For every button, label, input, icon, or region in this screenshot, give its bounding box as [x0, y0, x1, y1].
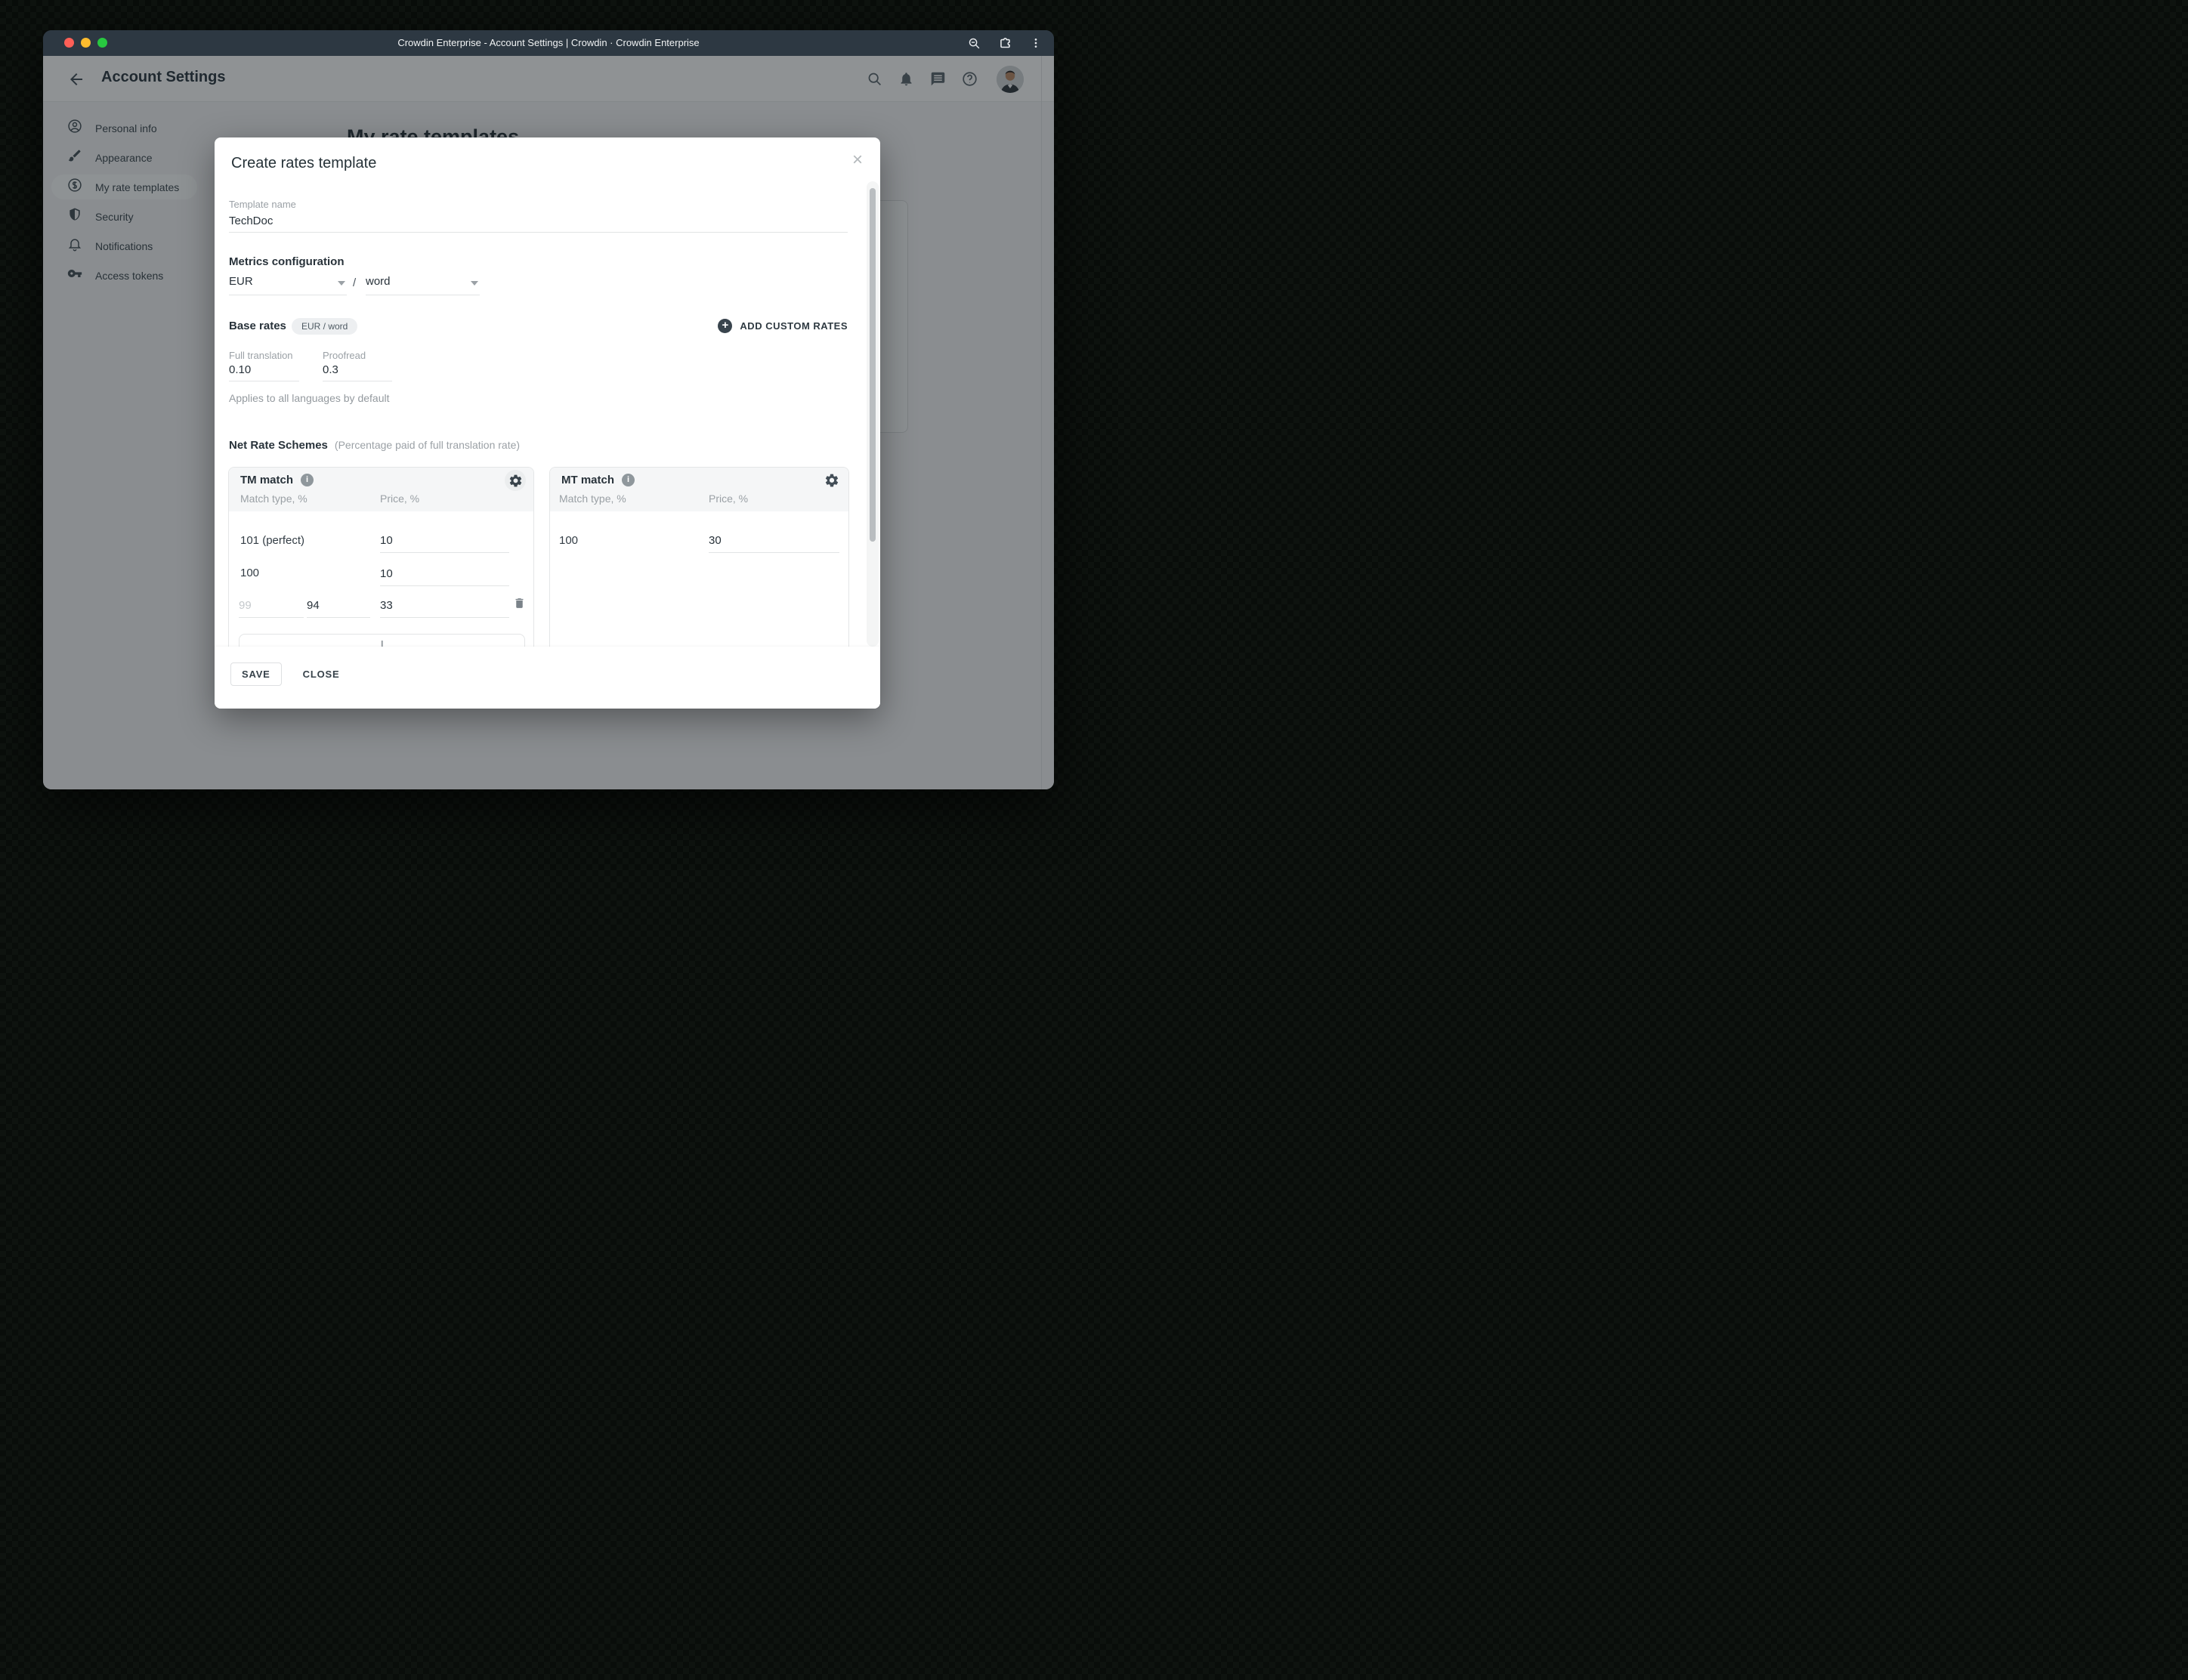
mt-card-header: MT match i Match type, % Price, % [550, 468, 848, 511]
info-icon[interactable]: i [622, 474, 635, 486]
tm-col-price: Price, % [380, 493, 420, 505]
gear-icon [509, 474, 521, 486]
tm-card-header: TM match i Match type, % Price, % [229, 468, 533, 511]
mt-row-price-input[interactable] [709, 528, 839, 553]
net-rate-schemes-subtitle: (Percentage paid of full translation rat… [334, 439, 521, 451]
app-page: Account Settings Personal info Appearanc… [43, 56, 1054, 789]
tm-row-match: 100 [240, 567, 260, 579]
chevron-down-icon [338, 281, 345, 286]
add-row-plus-icon [381, 641, 383, 647]
browser-titlebar: Crowdin Enterprise - Account Settings | … [43, 30, 1054, 56]
mt-settings-button[interactable] [821, 470, 842, 491]
modal-footer: SAVE CLOSE [215, 647, 880, 709]
tm-col-match-type: Match type, % [240, 493, 307, 505]
metrics-separator: / [353, 276, 357, 289]
browser-menu-kebab-icon[interactable] [1030, 37, 1042, 49]
browser-window: Crowdin Enterprise - Account Settings | … [43, 30, 1054, 789]
browser-tab-title: Crowdin Enterprise - Account Settings | … [397, 37, 700, 48]
proofread-input[interactable] [323, 359, 392, 381]
tm-row-price-input[interactable] [380, 528, 509, 553]
create-rates-template-modal: Create rates template × Template name Me… [215, 137, 880, 709]
extensions-puzzle-icon[interactable] [998, 36, 1012, 51]
tm-row-match: 101 (perfect) [240, 534, 305, 547]
template-name-input[interactable] [229, 210, 848, 233]
full-translation-input[interactable] [229, 359, 299, 381]
tm-card-body: 101 (perfect) 100 [229, 511, 533, 656]
metrics-chip: EUR / word [292, 318, 358, 335]
unit-value: word [366, 275, 391, 288]
unit-select[interactable]: word [366, 275, 480, 295]
mt-match-card: MT match i Match type, % Price, % 100 [549, 467, 849, 657]
mt-col-price: Price, % [709, 493, 749, 505]
base-rates-note: Applies to all languages by default [229, 392, 390, 404]
metrics-configuration-heading: Metrics configuration [229, 255, 345, 268]
tm-match-card: TM match i Match type, % Price, % 101 (p… [228, 467, 534, 657]
tm-row-price-input[interactable] [380, 561, 509, 586]
mt-row-match: 100 [559, 534, 579, 547]
save-button[interactable]: SAVE [230, 662, 282, 686]
delete-row-button[interactable] [513, 596, 526, 614]
template-name-label: Template name [229, 199, 296, 210]
mt-match-title: MT match [561, 474, 615, 486]
add-custom-rates-label: ADD CUSTOM RATES [740, 320, 848, 332]
currency-value: EUR [229, 275, 253, 288]
tm-match-title: TM match [240, 474, 294, 486]
info-icon[interactable]: i [301, 474, 314, 486]
tm-custom-row-price-input[interactable] [380, 593, 509, 618]
currency-select[interactable]: EUR [229, 275, 347, 295]
trash-icon [515, 598, 524, 608]
chevron-down-icon [471, 281, 478, 286]
zoom-out-icon[interactable] [968, 37, 981, 50]
net-rate-schemes-heading: Net Rate Schemes [229, 439, 328, 452]
close-icon[interactable]: × [848, 150, 867, 170]
modal-scrollbar-thumb[interactable] [870, 188, 876, 542]
add-custom-rates-button[interactable]: + ADD CUSTOM RATES [718, 319, 848, 333]
close-button[interactable]: CLOSE [292, 662, 351, 686]
modal-title: Create rates template [231, 155, 377, 171]
tm-custom-row-from-input[interactable] [239, 593, 304, 618]
plus-circle-icon: + [718, 319, 733, 333]
mt-card-body: 100 [550, 511, 848, 656]
gear-icon [825, 474, 839, 487]
tm-custom-row-match-input[interactable] [307, 593, 370, 618]
tm-settings-button[interactable] [505, 470, 526, 491]
mt-col-match-type: Match type, % [559, 493, 626, 505]
base-rates-heading: Base rates [229, 320, 286, 332]
